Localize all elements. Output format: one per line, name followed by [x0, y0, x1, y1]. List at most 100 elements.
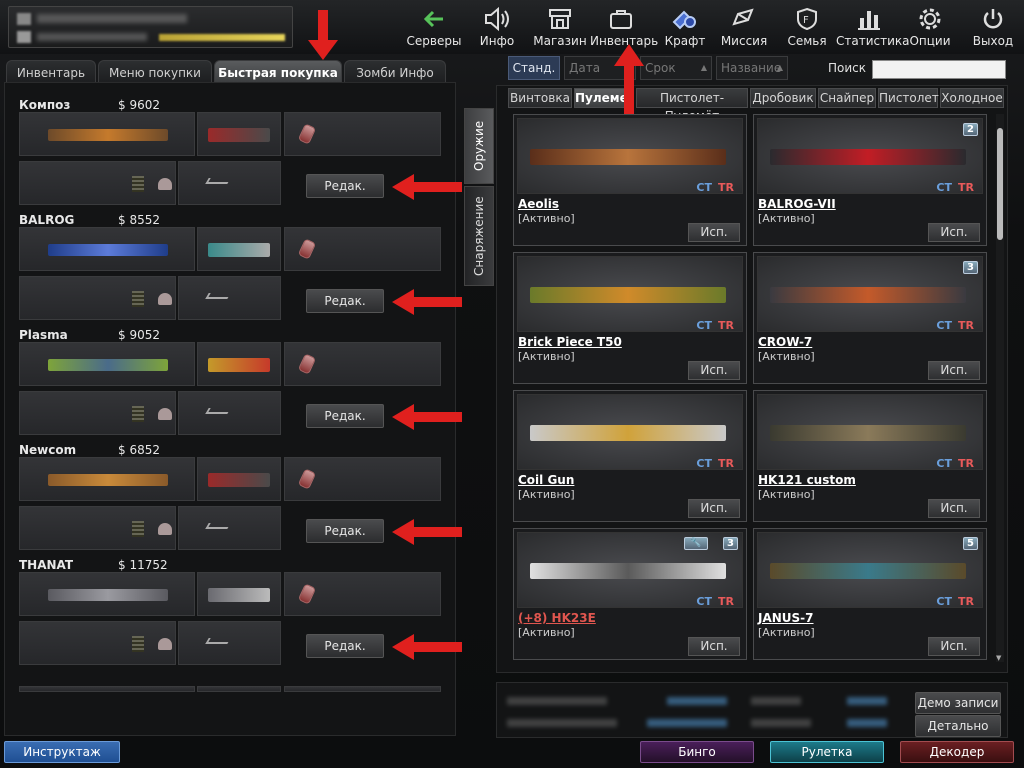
secondary-weapon-slot[interactable] — [197, 342, 281, 386]
armor-slot[interactable] — [19, 276, 176, 320]
weapon-name[interactable]: (+8) HK23E — [518, 611, 596, 625]
decoder-label: Декодер — [929, 745, 985, 759]
nav-options-button[interactable]: Опции — [906, 4, 954, 50]
filter-name-button[interactable]: Название ▲ — [716, 56, 788, 80]
nav-mission-button[interactable]: Миссия — [716, 4, 772, 50]
tab-buy-menu[interactable]: Меню покупки — [98, 60, 212, 84]
use-weapon-label: Исп. — [940, 363, 968, 377]
secondary-weapon-slot[interactable] — [197, 572, 281, 616]
primary-weapon-slot[interactable] — [19, 457, 195, 501]
ct-team-label: CT — [936, 319, 952, 332]
melee-slot[interactable] — [178, 506, 281, 550]
primary-weapon-slot[interactable] — [19, 112, 195, 156]
weapon-name[interactable]: Aeolis — [518, 197, 559, 211]
side-tab-weapons[interactable]: Оружие — [464, 108, 494, 184]
nav-info-button[interactable]: Инфо — [474, 4, 520, 50]
rank-icon — [17, 13, 31, 25]
grenade-slot[interactable] — [284, 112, 441, 156]
tab-inventory[interactable]: Инвентарь — [6, 60, 96, 84]
cat-tab-rifle[interactable]: Винтовка — [508, 88, 572, 108]
filter-term-button[interactable]: Срок ▲ — [640, 56, 712, 80]
edit-set-button[interactable]: Редак. — [306, 174, 384, 198]
cat-tab-pistol[interactable]: Пистолет — [878, 88, 939, 108]
set-name: Newcom — [19, 443, 77, 457]
use-weapon-button[interactable]: Исп. — [688, 361, 740, 380]
level-badge: 2 — [963, 123, 978, 136]
secondary-weapon-slot[interactable] — [197, 112, 281, 156]
edit-set-button[interactable]: Редак. — [306, 634, 384, 658]
edit-set-button[interactable]: Редак. — [306, 404, 384, 428]
nav-exit-button[interactable]: Выход — [970, 4, 1016, 50]
inventory-card[interactable]: CT TR HK121 custom [Активно] Исп. — [753, 390, 987, 522]
primary-weapon-slot[interactable] — [19, 572, 195, 616]
bingo-button[interactable]: Бинго — [640, 741, 754, 763]
primary-weapon-slot[interactable] — [19, 227, 195, 271]
nav-craft-button[interactable]: Крафт — [660, 4, 710, 50]
weapon-name[interactable]: JANUS-7 — [758, 611, 814, 625]
edit-set-button[interactable]: Редак. — [306, 289, 384, 313]
weapon-name[interactable]: Coil Gun — [518, 473, 574, 487]
tab-zombie-info[interactable]: Зомби Инфо — [344, 60, 446, 84]
grenade-slot[interactable] — [284, 342, 441, 386]
cat-tab-sniper-label: Снайпер — [819, 91, 875, 105]
use-weapon-button[interactable]: Исп. — [928, 223, 980, 242]
secondary-weapon-slot[interactable] — [197, 457, 281, 501]
weapon-name[interactable]: CROW-7 — [758, 335, 812, 349]
weapon-name[interactable]: HK121 custom — [758, 473, 856, 487]
inventory-scrollbar-thumb[interactable] — [997, 128, 1003, 240]
side-tab-equipment[interactable]: Снаряжение — [464, 186, 494, 286]
weapon-name[interactable]: Brick Piece T50 — [518, 335, 622, 349]
weapon-name[interactable]: BALROG-VII — [758, 197, 836, 211]
nav-stats-button[interactable]: Статистика — [836, 4, 910, 50]
nav-mission-label: Миссия — [720, 34, 768, 48]
inventory-scrollbar-track[interactable]: ▼ — [996, 114, 1004, 662]
cat-tab-smg[interactable]: Пистолет-Пулемёт — [636, 88, 748, 123]
armor-slot[interactable] — [19, 621, 176, 665]
use-weapon-label: Исп. — [700, 639, 728, 653]
melee-slot[interactable] — [178, 391, 281, 435]
cat-tab-melee[interactable]: Холодное — [940, 88, 1004, 108]
inventory-card[interactable]: CT TR Brick Piece T50 [Активно] Исп. — [513, 252, 747, 384]
use-weapon-button[interactable]: Исп. — [688, 223, 740, 242]
primary-weapon-slot[interactable] — [19, 342, 195, 386]
inventory-card[interactable]: 5 CT TR JANUS-7 [Активно] Исп. — [753, 528, 987, 660]
cat-tab-shotgun[interactable]: Дробовик — [750, 88, 816, 108]
player-profile-panel[interactable] — [8, 6, 293, 48]
armor-slot[interactable] — [19, 506, 176, 550]
armor-slot[interactable] — [19, 161, 176, 205]
melee-slot[interactable] — [178, 161, 281, 205]
edit-set-button[interactable]: Редак. — [306, 519, 384, 543]
tab-quick-buy[interactable]: Быстрая покупка — [214, 60, 342, 84]
melee-slot[interactable] — [178, 621, 281, 665]
use-weapon-button[interactable]: Исп. — [688, 499, 740, 518]
use-weapon-button[interactable]: Исп. — [928, 499, 980, 518]
set-name: BALROG — [19, 213, 75, 227]
use-weapon-button[interactable]: Исп. — [928, 361, 980, 380]
melee-slot[interactable] — [178, 276, 281, 320]
scroll-down-icon[interactable]: ▼ — [996, 654, 1001, 662]
demo-records-button[interactable]: Демо записи — [915, 692, 1001, 714]
cat-tab-sniper[interactable]: Снайпер — [818, 88, 876, 108]
nav-family-button[interactable]: F Семья — [784, 4, 830, 50]
roulette-button[interactable]: Рулетка — [770, 741, 884, 763]
decoder-button[interactable]: Декодер — [900, 741, 1014, 763]
secondary-weapon-slot[interactable] — [197, 227, 281, 271]
briefing-button[interactable]: Инструктаж — [4, 741, 120, 763]
search-input[interactable] — [872, 60, 1006, 79]
nav-shop-button[interactable]: Магазин — [530, 4, 590, 50]
use-weapon-button[interactable]: Исп. — [688, 637, 740, 656]
inventory-card[interactable]: CT TR Aeolis [Активно] Исп. — [513, 114, 747, 246]
grenade-slot[interactable] — [284, 457, 441, 501]
inventory-card[interactable]: 2 CT TR BALROG-VII [Активно] Исп. — [753, 114, 987, 246]
filter-standard-button[interactable]: Станд. — [508, 56, 560, 80]
grenade-slot[interactable] — [284, 227, 441, 271]
grenade-slot[interactable] — [284, 572, 441, 616]
armor-slot[interactable] — [19, 391, 176, 435]
search-label: Поиск — [828, 61, 867, 75]
inventory-card[interactable]: CT TR Coil Gun [Активно] Исп. — [513, 390, 747, 522]
inventory-card[interactable]: 3 CT TR CROW-7 [Активно] Исп. — [753, 252, 987, 384]
inventory-card[interactable]: 3 🔧 CT TR (+8) HK23E [Активно] Исп. — [513, 528, 747, 660]
details-button[interactable]: Детально — [915, 715, 1001, 737]
use-weapon-button[interactable]: Исп. — [928, 637, 980, 656]
nav-servers-button[interactable]: Серверы — [404, 4, 464, 50]
